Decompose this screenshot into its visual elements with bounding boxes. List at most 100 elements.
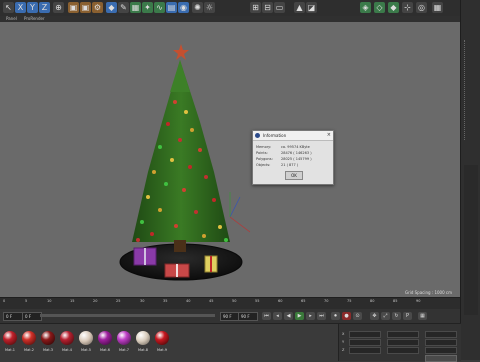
layout-icon[interactable]: ▦ — [432, 2, 443, 13]
camera-icon[interactable]: ◉ — [178, 2, 189, 13]
parameter-key-icon[interactable]: P — [403, 312, 412, 320]
coord-y-label: Y — [342, 340, 345, 344]
object-manager-panel — [460, 0, 480, 360]
axis-mode-icon[interactable]: ⊹ — [402, 2, 413, 13]
tweak-mode-icon[interactable]: ◎ — [416, 2, 427, 13]
prev-key-icon[interactable]: ◂ — [273, 312, 282, 320]
autokey-icon[interactable]: ● — [342, 312, 351, 320]
next-key-icon[interactable]: ▸ — [306, 312, 315, 320]
timeline-settings-icon[interactable]: ▦ — [418, 312, 427, 320]
scene-icon[interactable]: ▤ — [166, 2, 177, 13]
tick-label: 85 — [393, 299, 398, 303]
texture-mode-icon[interactable]: ◪ — [306, 2, 317, 13]
goto-start-icon[interactable]: ⏮ — [262, 312, 271, 320]
material-swatch[interactable] — [117, 331, 131, 345]
render-view-icon[interactable]: ▣ — [68, 2, 79, 13]
coordinate-system-icon[interactable]: ⊕ — [53, 2, 64, 13]
arrow-icon[interactable]: ↖ — [3, 2, 14, 13]
tick-label: 90 — [416, 299, 421, 303]
material-label: Mat.3 — [43, 348, 53, 352]
tick-label: 40 — [186, 299, 191, 303]
record-icon[interactable]: ⏺ — [331, 312, 340, 320]
material-label: Mat.1 — [5, 348, 15, 352]
rotation-p-field[interactable] — [425, 339, 457, 346]
preview-start-field[interactable]: 0 F — [22, 312, 42, 321]
apply-button[interactable] — [425, 355, 457, 362]
snap-settings-icon[interactable]: ⊟ — [262, 2, 273, 13]
keyframe-selection-icon[interactable]: ⊙ — [353, 312, 362, 320]
position-y-field[interactable] — [349, 339, 381, 346]
position-z-field[interactable] — [349, 347, 381, 354]
material-swatch[interactable] — [41, 331, 55, 345]
z-axis-line — [229, 196, 241, 218]
material-swatch[interactable] — [3, 331, 17, 345]
edges-mode-icon[interactable]: ◇ — [374, 2, 385, 13]
end-frame-field[interactable]: 90 F — [238, 312, 258, 321]
tick-label: 55 — [255, 299, 260, 303]
preview-range-slider[interactable] — [40, 314, 215, 317]
goto-end-icon[interactable]: ⏭ — [317, 312, 326, 320]
material-swatch[interactable] — [98, 331, 112, 345]
preview-end-field[interactable]: 90 F — [220, 312, 240, 321]
size-y-field[interactable] — [387, 339, 419, 346]
material-label: Mat.2 — [24, 348, 34, 352]
pen-icon[interactable]: ✎ — [118, 2, 129, 13]
deformer-icon[interactable]: ∿ — [154, 2, 165, 13]
rotation-h-field[interactable] — [425, 331, 457, 338]
render-settings-icon[interactable]: ⚙ — [92, 2, 103, 13]
grid-spacing-label: Grid Spacing : 1000 cm — [404, 290, 452, 295]
x-axis-button[interactable]: X — [15, 2, 26, 13]
tick-label: 25 — [116, 299, 121, 303]
position-x-field[interactable] — [349, 331, 381, 338]
material-swatch[interactable] — [60, 331, 74, 345]
attributes-area — [464, 165, 478, 315]
start-frame-field[interactable]: 0 F — [3, 312, 23, 321]
light-icon[interactable]: ✺ — [192, 2, 203, 13]
transport-bar: 0 F 0 F 90 F 90 F ⏮ ◂ ◀ ▶ ▸ ⏭ ⏺ ● ⊙ ✥ ⤢ … — [0, 309, 460, 323]
model-mode-icon[interactable]: ▲ — [294, 2, 305, 13]
y-axis-button[interactable]: Y — [27, 2, 38, 13]
subdivision-icon[interactable]: ▦ — [130, 2, 141, 13]
rotation-b-field[interactable] — [425, 347, 457, 354]
material-swatch[interactable] — [136, 331, 150, 345]
material-swatch[interactable] — [155, 331, 169, 345]
tick-label: 70 — [324, 299, 329, 303]
close-icon[interactable]: × — [327, 132, 331, 138]
play-backwards-icon[interactable]: ◀ — [284, 312, 293, 320]
size-x-field[interactable] — [387, 331, 419, 338]
coord-x-label: X — [342, 332, 345, 336]
points-mode-icon[interactable]: ◈ — [360, 2, 371, 13]
play-icon[interactable]: ▶ — [295, 312, 304, 320]
z-axis-button[interactable]: Z — [39, 2, 50, 13]
tick-label: 45 — [209, 299, 214, 303]
workplane-icon[interactable]: ▭ — [274, 2, 285, 13]
3d-viewport[interactable]: Grid Spacing : 1000 cm — [0, 22, 460, 297]
coordinates-manager: X Y Z — [338, 323, 461, 362]
rotation-key-icon[interactable]: ↻ — [392, 312, 401, 320]
tick-label: 5 — [25, 299, 28, 303]
tree-trunk — [174, 240, 186, 252]
tick-label: 30 — [140, 299, 145, 303]
information-dialog: Information × Memory: ca. 99574 KByte Poi… — [252, 130, 334, 185]
snap-icon[interactable]: ⊞ — [250, 2, 261, 13]
ok-button[interactable]: OK — [285, 171, 303, 180]
points-row: Points: 28476 ( 146263 ) — [256, 151, 312, 155]
position-key-icon[interactable]: ✥ — [370, 312, 379, 320]
material-manager: Mat.1 Mat.2 Mat.3 Mat.4 Mat.5 Mat.6 Mat.… — [0, 323, 338, 361]
tick-label: 65 — [301, 299, 306, 303]
array-icon[interactable]: ✦ — [142, 2, 153, 13]
app-icon — [255, 133, 260, 138]
dialog-titlebar[interactable]: Information × — [253, 131, 333, 141]
object-tree[interactable] — [464, 40, 479, 140]
polygons-mode-icon[interactable]: ◆ — [388, 2, 399, 13]
render-picture-icon[interactable]: ▣ — [80, 2, 91, 13]
bulb-icon[interactable]: ☼ — [204, 2, 215, 13]
size-z-field[interactable] — [387, 347, 419, 354]
scale-key-icon[interactable]: ⤢ — [381, 312, 390, 320]
tick-label: 10 — [47, 299, 52, 303]
tick-label: 20 — [93, 299, 98, 303]
tree-top — [170, 60, 190, 92]
material-swatch[interactable] — [79, 331, 93, 345]
cube-icon[interactable]: ◆ — [106, 2, 117, 13]
material-swatch[interactable] — [22, 331, 36, 345]
